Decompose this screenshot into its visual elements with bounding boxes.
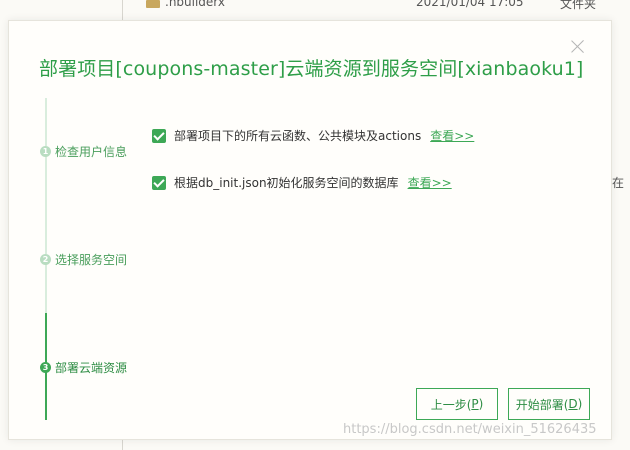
button-label-suffix: ) — [478, 397, 484, 411]
option-deploy-functions: 部署项目下的所有云函数、公共模块及actions 查看>> — [152, 127, 474, 144]
file-name: .hbuilderx — [165, 0, 226, 9]
step-number: 3 — [40, 361, 51, 373]
option-label: 部署项目下的所有云函数、公共模块及actions — [174, 129, 422, 143]
option-init-database: 根据db_init.json初始化服务空间的数据库 查看>> — [152, 174, 452, 191]
step-number: 1 — [40, 145, 51, 157]
button-hotkey: P — [471, 397, 479, 411]
watermark: https://blog.csdn.net/weixin_51626435 — [343, 422, 597, 437]
file-date: 2021/01/04 17:05 — [416, 0, 524, 9]
step-label: 检查用户信息 — [55, 144, 128, 159]
button-label: 开始部署( — [515, 397, 569, 412]
file-type: 文件夹 — [560, 0, 597, 11]
init-database-checkbox[interactable] — [152, 175, 166, 190]
view-functions-link[interactable]: 查看>> — [430, 127, 474, 144]
step-label: 选择服务空间 — [55, 252, 128, 267]
button-hotkey: D — [568, 397, 578, 411]
button-label: 上一步( — [430, 397, 472, 412]
start-deploy-button[interactable]: 开始部署(D) — [508, 388, 590, 420]
background-divider — [122, 440, 123, 450]
background-divider — [122, 0, 123, 20]
step-check-user-info: 1 检查用户信息 — [40, 143, 127, 159]
step-select-space: 2 选择服务空间 — [40, 251, 127, 267]
deploy-dialog: 部署项目[coupons-master]云端资源到服务空间[xianbaoku1… — [8, 20, 612, 440]
close-icon[interactable] — [570, 38, 586, 54]
option-label: 根据db_init.json初始化服务空间的数据库 — [174, 176, 399, 190]
view-database-link[interactable]: 查看>> — [408, 174, 452, 191]
folder-icon — [146, 0, 160, 8]
dialog-title: 部署项目[coupons-master]云端资源到服务空间[xianbaoku1… — [39, 58, 584, 80]
background-right-text: 在 — [612, 176, 625, 190]
step-number: 2 — [40, 253, 51, 265]
button-label-suffix: ) — [577, 397, 583, 411]
deploy-functions-checkbox[interactable] — [152, 128, 166, 143]
background-right-edge — [612, 20, 630, 450]
previous-step-button[interactable]: 上一步(P) — [416, 388, 498, 420]
step-deploy-resources: 3 部署云端资源 — [40, 359, 127, 375]
background-file-row: .hbuilderx 2021/01/04 17:05 文件夹 — [0, 0, 630, 20]
step-label: 部署云端资源 — [55, 360, 128, 375]
